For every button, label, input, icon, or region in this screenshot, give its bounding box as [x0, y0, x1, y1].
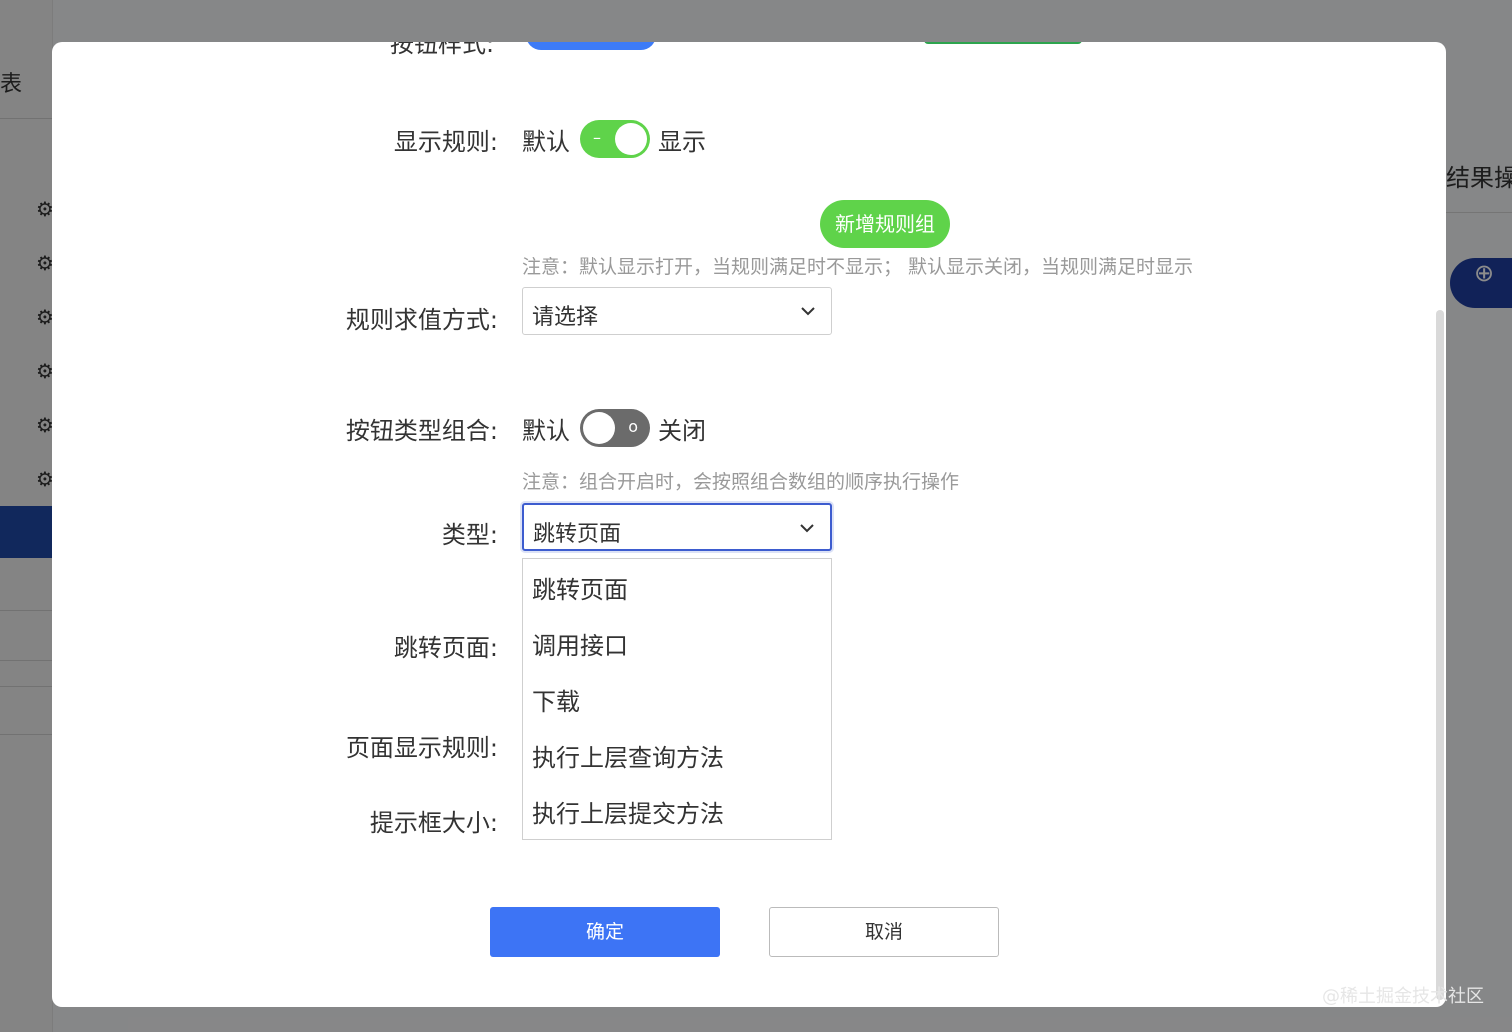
edit-button-dialog: 按钮样式: 显示规则: 默认 – 显示 新增规则组合 注意：默认显示打开，当规则…	[52, 42, 1446, 1007]
type-option-parent-query[interactable]: 执行上层查询方法	[523, 730, 831, 786]
switch-mark: –	[593, 128, 601, 147]
display-rule-switch[interactable]: –	[580, 120, 650, 158]
type-label: 类型:	[441, 521, 498, 549]
button-type-group-state-text: 关闭	[658, 417, 706, 445]
page-display-rule-label: 页面显示规则:	[345, 734, 498, 762]
watermark: @稀土掘金技术社区	[1322, 986, 1484, 1007]
dialog-size-label: 提示框大小:	[369, 809, 498, 837]
type-select[interactable]: 跳转页面	[522, 503, 832, 551]
button-type-group-note: 注意：组合开启时，会按照组合数组的顺序执行操作	[522, 471, 960, 493]
button-style-label: 按钮样式:	[390, 42, 495, 58]
modal-scrollbar[interactable]	[1436, 310, 1444, 1000]
button-type-group-switch[interactable]: o	[580, 409, 650, 447]
type-select-value: 跳转页面	[533, 522, 622, 547]
display-rule-note: 注意：默认显示打开，当规则满足时不显示； 默认显示关闭，当规则满足时显示	[522, 256, 1194, 278]
display-rule-state-text: 显示	[658, 128, 706, 156]
chevron-down-icon	[800, 524, 814, 533]
rule-eval-select[interactable]: 请选择	[522, 287, 832, 335]
button-type-group-default-text: 默认	[522, 417, 570, 445]
rule-eval-label: 规则求值方式:	[345, 306, 498, 334]
button-type-group-label: 按钮类型组合:	[345, 417, 498, 445]
switch-knob	[583, 412, 615, 444]
switch-knob	[615, 123, 647, 155]
button-style-preview-green[interactable]	[924, 42, 1082, 44]
type-option-jump-page[interactable]: 跳转页面	[523, 562, 831, 618]
display-rule-label: 显示规则:	[393, 128, 498, 156]
add-rule-group-button[interactable]: 新增规则组合	[820, 200, 950, 284]
button-style-preview[interactable]	[526, 42, 656, 50]
switch-mark: o	[628, 417, 638, 436]
type-option-call-api[interactable]: 调用接口	[523, 618, 831, 674]
type-dropdown-menu: 跳转页面 调用接口 下载 执行上层查询方法 执行上层提交方法	[522, 558, 832, 840]
type-option-parent-submit[interactable]: 执行上层提交方法	[523, 786, 831, 842]
type-option-download[interactable]: 下载	[523, 674, 831, 730]
confirm-button[interactable]: 确定	[490, 907, 720, 957]
chevron-down-icon	[801, 307, 815, 316]
display-rule-default-text: 默认	[522, 128, 570, 156]
jump-page-label: 跳转页面:	[393, 634, 498, 662]
rule-eval-placeholder: 请选择	[532, 305, 599, 330]
cancel-button[interactable]: 取消	[769, 907, 999, 957]
